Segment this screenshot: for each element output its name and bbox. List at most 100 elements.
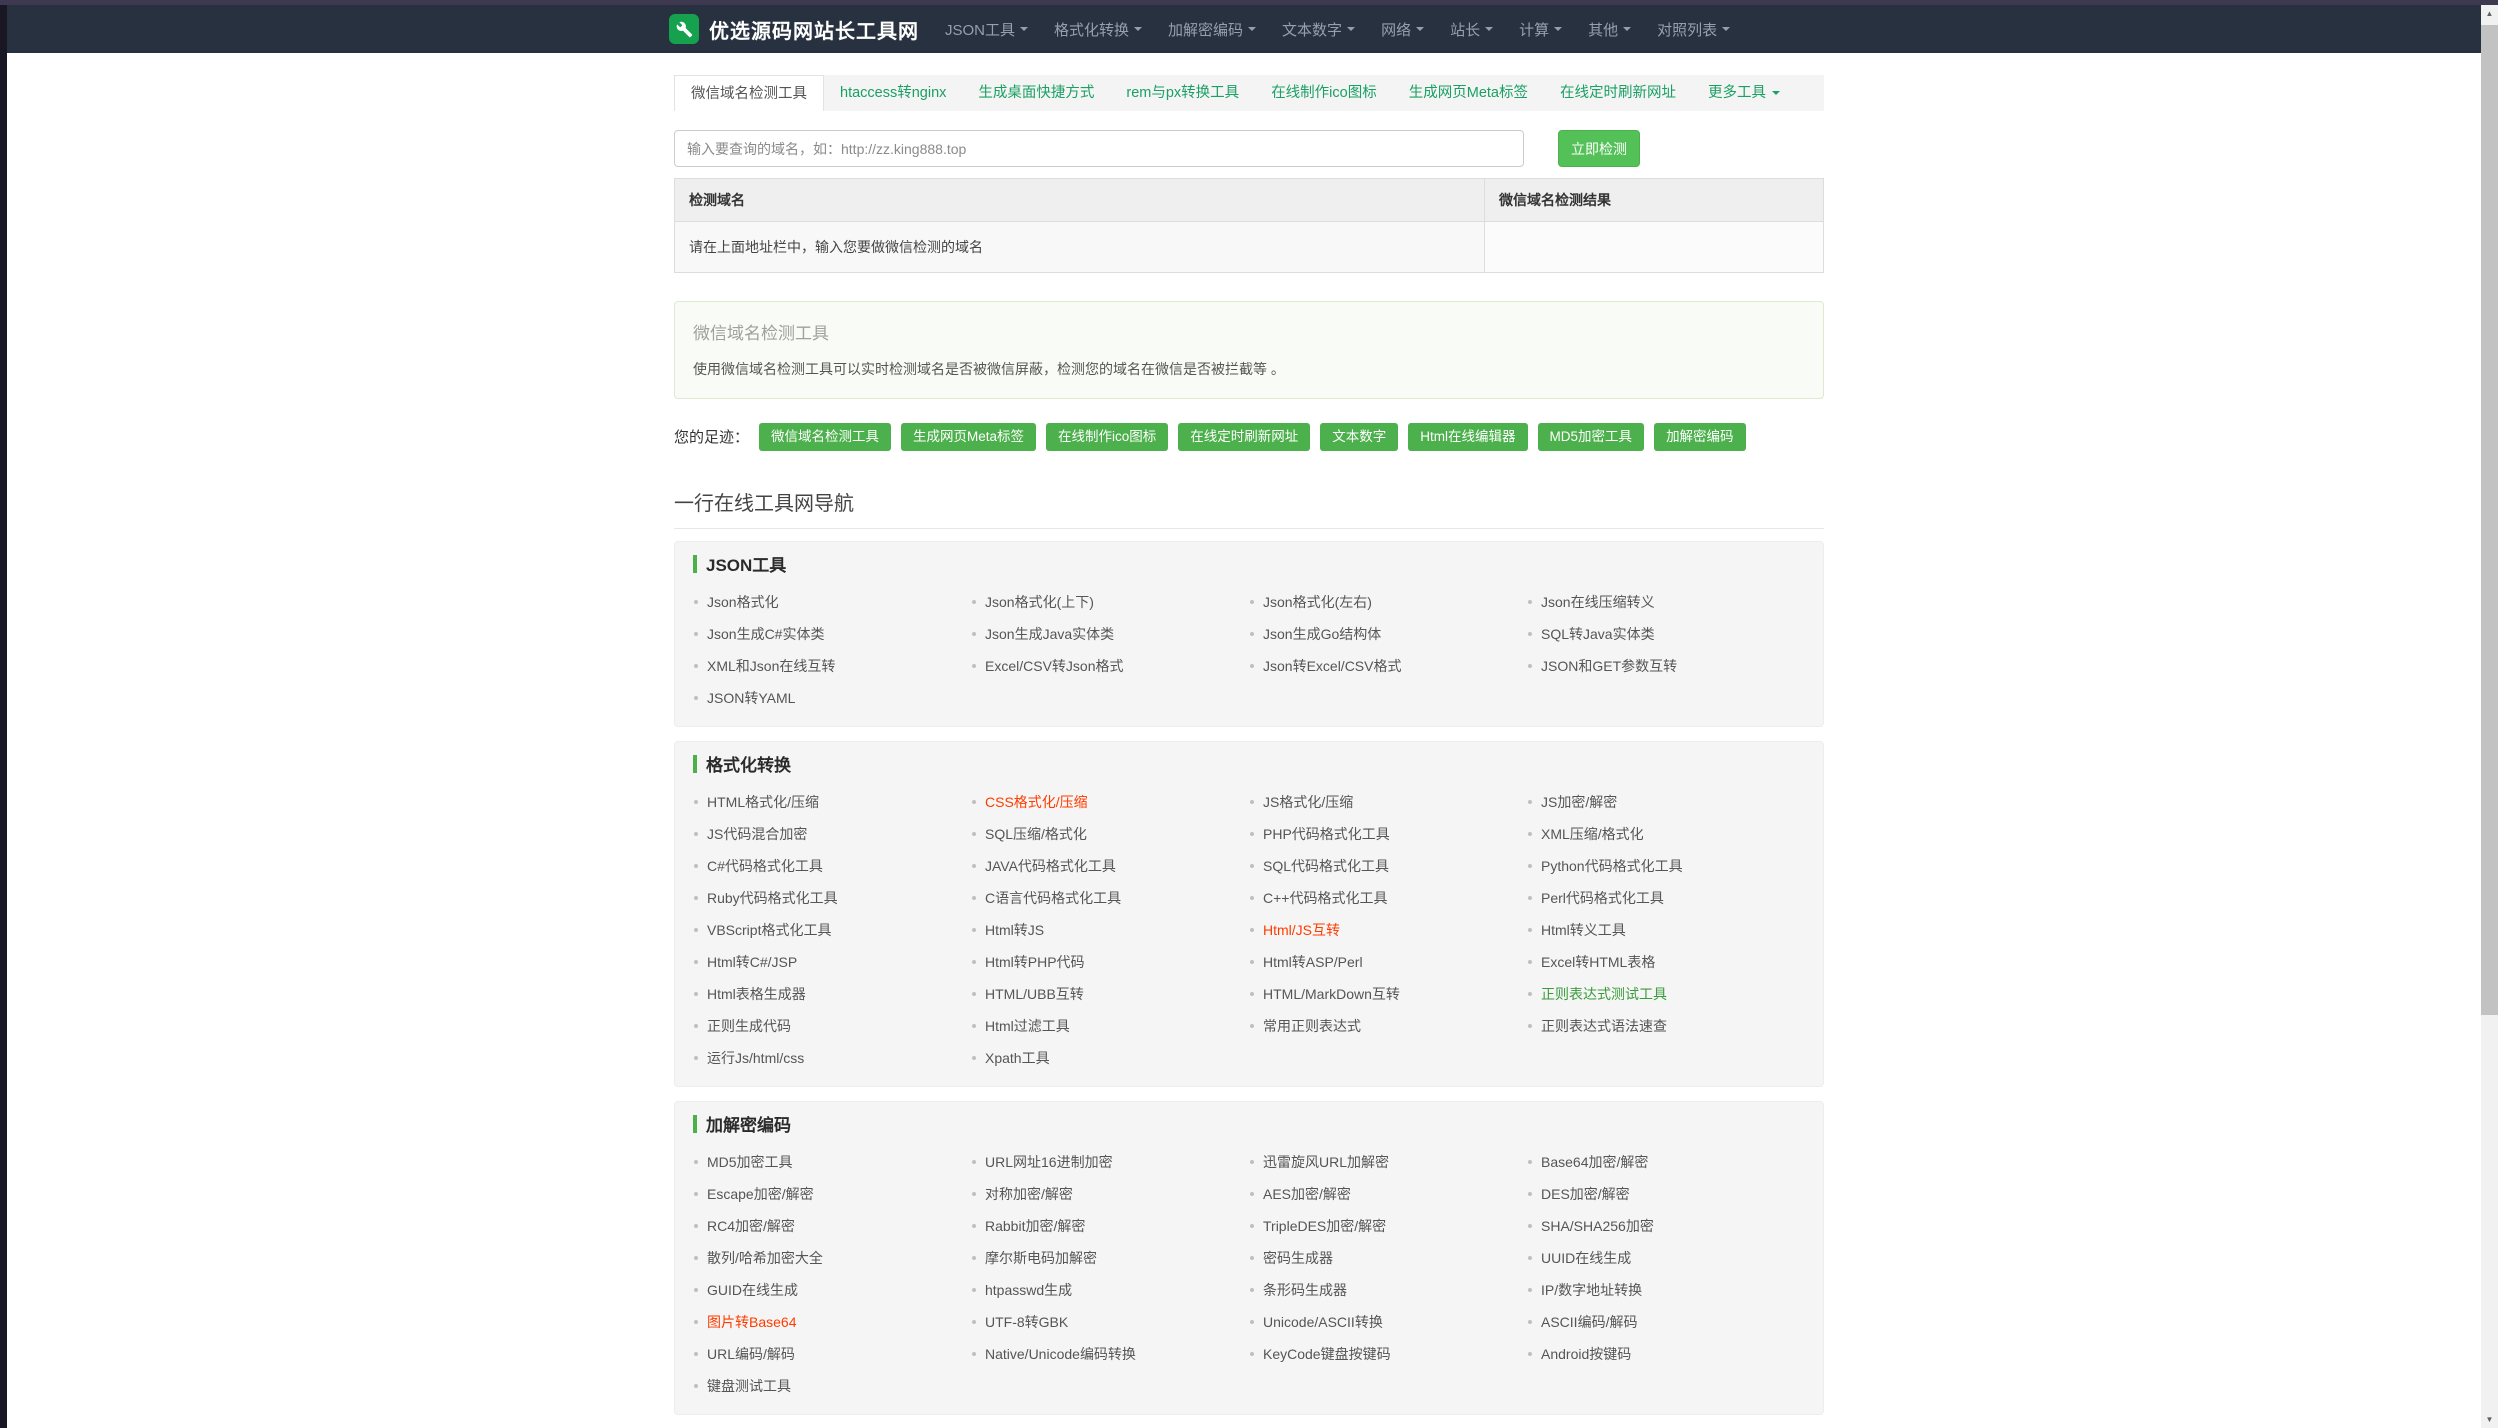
tool-link[interactable]: 正则表达式语法速查 <box>1541 1016 1667 1036</box>
tool-link[interactable]: Native/Unicode编码转换 <box>985 1344 1136 1364</box>
menu-item-3[interactable]: 加解密编码 <box>1168 19 1257 40</box>
tool-link[interactable]: Unicode/ASCII转换 <box>1263 1312 1383 1332</box>
tool-link[interactable]: Html/JS互转 <box>1263 920 1340 940</box>
footprint-tag[interactable]: 文本数字 <box>1320 423 1399 451</box>
tab-6[interactable]: 生成网页Meta标签 <box>1393 75 1544 111</box>
tool-link[interactable]: 图片转Base64 <box>707 1312 796 1332</box>
tool-link[interactable]: MD5加密工具 <box>707 1152 793 1172</box>
tool-link[interactable]: JS代码混合加密 <box>707 824 807 844</box>
tool-link[interactable]: Html转JS <box>985 920 1044 940</box>
tool-link[interactable]: RC4加密/解密 <box>707 1216 795 1236</box>
tool-link[interactable]: XML和Json在线互转 <box>707 656 835 676</box>
tool-link[interactable]: 键盘测试工具 <box>707 1376 791 1396</box>
check-button[interactable]: 立即检测 <box>1558 130 1640 167</box>
tool-link[interactable]: Html转ASP/Perl <box>1263 952 1363 972</box>
tool-link[interactable]: SQL压缩/格式化 <box>985 824 1087 844</box>
tool-link[interactable]: VBScript格式化工具 <box>707 920 831 940</box>
brand-link[interactable]: 优选源码网站长工具网 <box>669 14 919 44</box>
footprint-tag[interactable]: 加解密编码 <box>1654 423 1746 451</box>
tool-link[interactable]: 对称加密/解密 <box>985 1184 1073 1204</box>
domain-input[interactable] <box>674 130 1524 167</box>
tab-4[interactable]: rem与px转换工具 <box>1110 75 1255 111</box>
tool-link[interactable]: 迅雷旋风URL加解密 <box>1263 1152 1389 1172</box>
tool-link[interactable]: GUID在线生成 <box>707 1280 798 1300</box>
menu-item-9[interactable]: 对照列表 <box>1657 19 1731 40</box>
tool-link[interactable]: JSON转YAML <box>707 688 795 708</box>
tool-link[interactable]: Html过滤工具 <box>985 1016 1070 1036</box>
footprint-tag[interactable]: 在线制作ico图标 <box>1046 423 1169 451</box>
tool-link[interactable]: PHP代码格式化工具 <box>1263 824 1390 844</box>
tool-link[interactable]: JS加密/解密 <box>1541 792 1617 812</box>
tool-link[interactable]: 摩尔斯电码加解密 <box>985 1248 1097 1268</box>
tool-link[interactable]: JSON和GET参数互转 <box>1541 656 1677 676</box>
tab-5[interactable]: 在线制作ico图标 <box>1255 75 1393 111</box>
tool-link[interactable]: 正则生成代码 <box>707 1016 791 1036</box>
scroll-up-button[interactable]: ▲ <box>2481 5 2498 22</box>
tool-link[interactable]: Html表格生成器 <box>707 984 806 1004</box>
tool-link[interactable]: Json在线压缩转义 <box>1541 592 1655 612</box>
tool-link[interactable]: Json转Excel/CSV格式 <box>1263 656 1401 676</box>
tool-link[interactable]: SQL转Java实体类 <box>1541 624 1655 644</box>
tool-link[interactable]: Html转义工具 <box>1541 920 1626 940</box>
tool-link[interactable]: Base64加密/解密 <box>1541 1152 1648 1172</box>
footprint-tag[interactable]: Html在线编辑器 <box>1408 423 1528 451</box>
tool-link[interactable]: Json格式化(上下) <box>985 592 1094 612</box>
menu-item-2[interactable]: 格式化转换 <box>1054 19 1143 40</box>
tool-link[interactable]: 正则表达式测试工具 <box>1541 984 1667 1004</box>
tool-link[interactable]: TripleDES加密/解密 <box>1263 1216 1386 1236</box>
tool-link[interactable]: C语言代码格式化工具 <box>985 888 1121 908</box>
tool-link[interactable]: AES加密/解密 <box>1263 1184 1351 1204</box>
tool-link[interactable]: IP/数字地址转换 <box>1541 1280 1642 1300</box>
footprint-tag[interactable]: 在线定时刷新网址 <box>1178 423 1311 451</box>
tool-link[interactable]: Json格式化(左右) <box>1263 592 1372 612</box>
tool-link[interactable]: URL网址16进制加密 <box>985 1152 1113 1172</box>
tab-8[interactable]: 更多工具 <box>1692 75 1796 111</box>
tool-link[interactable]: Python代码格式化工具 <box>1541 856 1683 876</box>
tool-link[interactable]: JAVA代码格式化工具 <box>985 856 1116 876</box>
menu-item-5[interactable]: 网络 <box>1381 19 1425 40</box>
tab-1[interactable]: 微信域名检测工具 <box>674 75 824 111</box>
menu-item-4[interactable]: 文本数字 <box>1282 19 1356 40</box>
tool-link[interactable]: 常用正则表达式 <box>1263 1016 1361 1036</box>
tool-link[interactable]: C#代码格式化工具 <box>707 856 823 876</box>
menu-item-7[interactable]: 计算 <box>1519 19 1563 40</box>
tool-link[interactable]: C++代码格式化工具 <box>1263 888 1387 908</box>
footprint-tag[interactable]: 微信域名检测工具 <box>759 423 892 451</box>
tab-7[interactable]: 在线定时刷新网址 <box>1544 75 1692 111</box>
footprint-tag[interactable]: MD5加密工具 <box>1537 423 1645 451</box>
tool-link[interactable]: 条形码生成器 <box>1263 1280 1347 1300</box>
scrollbar[interactable]: ▲ ▼ <box>2481 5 2498 1428</box>
tool-link[interactable]: XML压缩/格式化 <box>1541 824 1644 844</box>
tool-link[interactable]: Html转PHP代码 <box>985 952 1085 972</box>
tool-link[interactable]: Json生成Go结构体 <box>1263 624 1381 644</box>
tool-link[interactable]: Html转C#/JSP <box>707 952 797 972</box>
tool-link[interactable]: Excel/CSV转Json格式 <box>985 656 1123 676</box>
scrollbar-thumb[interactable] <box>2481 25 2498 1015</box>
tool-link[interactable]: UTF-8转GBK <box>985 1312 1068 1332</box>
menu-item-8[interactable]: 其他 <box>1588 19 1632 40</box>
tool-link[interactable]: 密码生成器 <box>1263 1248 1333 1268</box>
tool-link[interactable]: Json生成Java实体类 <box>985 624 1114 644</box>
tool-link[interactable]: Ruby代码格式化工具 <box>707 888 838 908</box>
tool-link[interactable]: DES加密/解密 <box>1541 1184 1630 1204</box>
tool-link[interactable]: HTML/MarkDown互转 <box>1263 984 1400 1004</box>
tool-link[interactable]: KeyCode键盘按键码 <box>1263 1344 1391 1364</box>
tool-link[interactable]: SQL代码格式化工具 <box>1263 856 1389 876</box>
tool-link[interactable]: Json生成C#实体类 <box>707 624 824 644</box>
footprint-tag[interactable]: 生成网页Meta标签 <box>901 423 1037 451</box>
scroll-down-button[interactable]: ▼ <box>2481 1411 2498 1428</box>
tool-link[interactable]: Perl代码格式化工具 <box>1541 888 1664 908</box>
tool-link[interactable]: Android按键码 <box>1541 1344 1631 1364</box>
tool-link[interactable]: 运行Js/html/css <box>707 1048 804 1068</box>
tool-link[interactable]: Escape加密/解密 <box>707 1184 814 1204</box>
tab-2[interactable]: htaccess转nginx <box>824 75 962 111</box>
tool-link[interactable]: htpasswd生成 <box>985 1280 1072 1300</box>
menu-item-6[interactable]: 站长 <box>1450 19 1494 40</box>
tool-link[interactable]: HTML格式化/压缩 <box>707 792 819 812</box>
tool-link[interactable]: URL编码/解码 <box>707 1344 795 1364</box>
tool-link[interactable]: ASCII编码/解码 <box>1541 1312 1637 1332</box>
tool-link[interactable]: SHA/SHA256加密 <box>1541 1216 1654 1236</box>
tool-link[interactable]: Json格式化 <box>707 592 779 612</box>
tool-link[interactable]: Excel转HTML表格 <box>1541 952 1655 972</box>
tab-3[interactable]: 生成桌面快捷方式 <box>962 75 1110 111</box>
